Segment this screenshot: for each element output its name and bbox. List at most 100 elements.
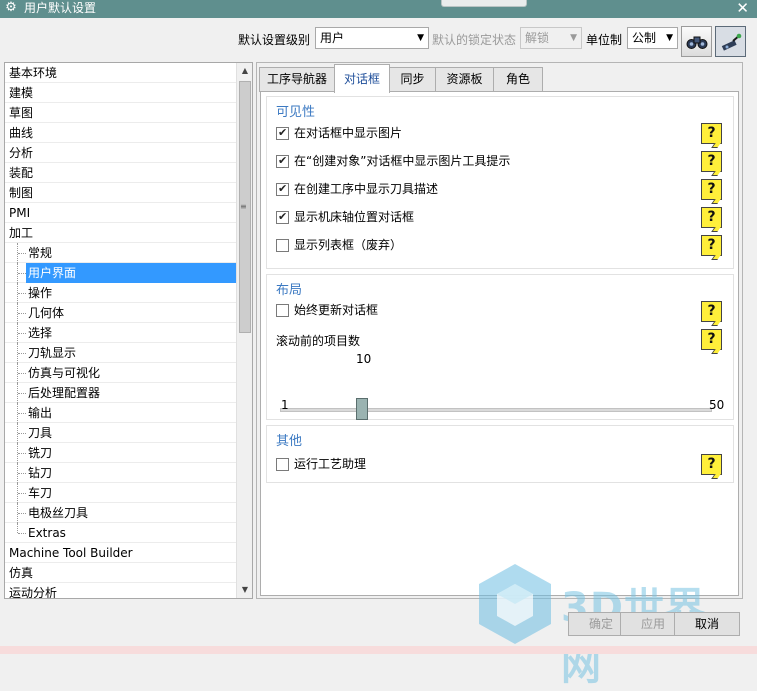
category-tree[interactable]: 基本环境建模草图曲线分析装配制图 PMI 加工常规用户界面 操作 几何体选择刀轨显示仿真…	[4, 62, 253, 599]
scroll-items-label: 滚动前的项目数	[276, 334, 361, 348]
help-icon[interactable]: ?	[701, 301, 722, 326]
tree-subitem[interactable]: 用户界面	[5, 263, 237, 283]
tree-connector	[18, 413, 26, 414]
help-icon[interactable]: ?	[701, 123, 722, 148]
help-icon[interactable]: ?	[701, 179, 722, 204]
slider-thumb[interactable]	[356, 398, 368, 420]
tab-content: 可见性 ✔ 在对话框中显示图片? ✔ 在“创建对象”对话框中显示图片工具提示? ✔ 在创建…	[260, 91, 739, 596]
manage-button[interactable]	[715, 26, 746, 57]
help-glyph: ?	[707, 237, 716, 253]
option-checkbox[interactable]	[276, 239, 289, 252]
tree-item[interactable]: 运动分析	[5, 583, 237, 599]
scroll-items-slider[interactable]	[280, 408, 712, 412]
tab-dialog[interactable]: 对话框	[334, 64, 390, 93]
tree-subitem[interactable]: 后处理配置器	[5, 383, 237, 403]
close-icon[interactable]: ✕	[736, 0, 749, 17]
option-label: 在创建工序中显示刀具描述	[294, 182, 439, 196]
unit-select[interactable]: 公制 ▼	[627, 27, 678, 49]
help-icon[interactable]: ?	[701, 329, 722, 354]
help-icon[interactable]: ?	[701, 454, 722, 479]
help-icon[interactable]: ?	[701, 151, 722, 176]
help-icon[interactable]: ?	[701, 235, 722, 260]
tree-item[interactable]: 建模	[5, 83, 237, 103]
layout-title: 布局	[276, 283, 303, 298]
tree-subitem[interactable]: 操作	[5, 283, 237, 303]
slider-min: 1	[281, 398, 289, 412]
tree-item-label: 建模	[9, 86, 34, 100]
tree-item-label: 刀具	[28, 426, 53, 440]
tree-subitem[interactable]: 铣刀	[5, 443, 237, 463]
toolbar: 默认设置级别 用户 ▼ 默认的锁定状态 解锁 ▼ 单位制 公制 ▼	[0, 24, 757, 60]
tree-connector	[18, 333, 26, 334]
tree-subitem[interactable]: 刀具	[5, 423, 237, 443]
tree-item[interactable]: 加工	[5, 223, 237, 243]
slider-max: 50	[709, 398, 725, 412]
checkmark-icon: ✔	[278, 126, 288, 139]
other-group: 其他	[266, 425, 734, 483]
binoculars-icon	[686, 36, 707, 49]
tab-role[interactable]: 角色	[493, 67, 543, 92]
tree-connector	[17, 523, 18, 533]
tree-subitem[interactable]: 刀轨显示	[5, 343, 237, 363]
option-checkbox[interactable]: ✔	[276, 126, 289, 140]
tree-item-label: 车刀	[28, 486, 53, 500]
tree-connector	[18, 513, 26, 514]
scroll-up-icon[interactable]: ▲	[237, 63, 252, 79]
tree-item-label: 后处理配置器	[28, 386, 101, 400]
option-label: 显示列表框（废弃）	[294, 238, 403, 252]
tree-item[interactable]: 制图	[5, 183, 237, 203]
title-bar: ⚙ 用户默认设置 ✕	[0, 0, 757, 18]
run-assistant-checkbox[interactable]	[276, 458, 289, 471]
tree-item-label: 草图	[9, 106, 34, 120]
window-title: 用户默认设置	[24, 1, 97, 15]
level-select[interactable]: 用户 ▼	[315, 27, 429, 49]
find-button[interactable]	[681, 26, 712, 57]
option-checkbox[interactable]: ✔	[276, 182, 289, 196]
tree-scrollbar[interactable]: ▲ ≡ ▼	[236, 63, 252, 598]
level-value: 用户	[320, 31, 345, 45]
tree-subitem[interactable]: Extras	[5, 523, 237, 543]
tree-item[interactable]: 曲线	[5, 123, 237, 143]
tree-subitem[interactable]: 选择	[5, 323, 237, 343]
tab-operation-navigator[interactable]: 工序导航器	[259, 67, 335, 92]
tree-item-label: 仿真与可视化	[28, 366, 101, 380]
checkmark-icon: ✔	[278, 154, 288, 167]
tree-item[interactable]: 装配	[5, 163, 237, 183]
tree-item-label: 曲线	[9, 126, 34, 140]
always-update-checkbox[interactable]	[276, 304, 289, 317]
tree-item[interactable]: 分析	[5, 143, 237, 163]
checkmark-icon: ✔	[278, 210, 288, 223]
tree-subitem[interactable]: 钻刀	[5, 463, 237, 483]
tree-subitem[interactable]: 电极丝刀具	[5, 503, 237, 523]
tree-subitem[interactable]: 常规	[5, 243, 237, 263]
lock-value: 解锁	[525, 31, 550, 45]
help-icon[interactable]: ?	[701, 207, 722, 232]
tree-item-label: 电极丝刀具	[28, 506, 89, 520]
tree-item-label: 基本环境	[9, 66, 58, 80]
tree-item-label: 选择	[28, 326, 53, 340]
tree-item[interactable]: 仿真	[5, 563, 237, 583]
option-checkbox[interactable]: ✔	[276, 210, 289, 224]
tab-sync[interactable]: 同步	[389, 67, 436, 92]
tab-resource-bar[interactable]: 资源板	[435, 67, 494, 92]
tree-subitem[interactable]: 仿真与可视化	[5, 363, 237, 383]
tree-item-label: 刀轨显示	[28, 346, 77, 360]
tree-item-label: 常规	[28, 246, 53, 260]
scroll-down-icon[interactable]: ▼	[237, 582, 252, 598]
tree-item[interactable]: Machine Tool Builder	[5, 543, 237, 563]
option-label: 在“创建对象”对话框中显示图片工具提示	[294, 154, 511, 168]
tree-subitem[interactable]: 几何体	[5, 303, 237, 323]
tree-item-label: 装配	[9, 166, 34, 180]
tree-item-label: 仿真	[9, 566, 34, 580]
tree-item-label: 运动分析	[9, 586, 58, 599]
tree-item[interactable]: PMI	[5, 203, 237, 223]
option-checkbox[interactable]: ✔	[276, 154, 289, 168]
tree-subitem[interactable]: 车刀	[5, 483, 237, 503]
lock-label: 默认的锁定状态	[432, 33, 517, 47]
tree-item[interactable]: 草图	[5, 103, 237, 123]
tree-item[interactable]: 基本环境	[5, 63, 237, 83]
tree-subitem[interactable]: 输出	[5, 403, 237, 423]
bottom-strip	[0, 646, 757, 654]
title-grip	[441, 0, 527, 7]
cancel-button[interactable]: 取消	[674, 612, 740, 636]
